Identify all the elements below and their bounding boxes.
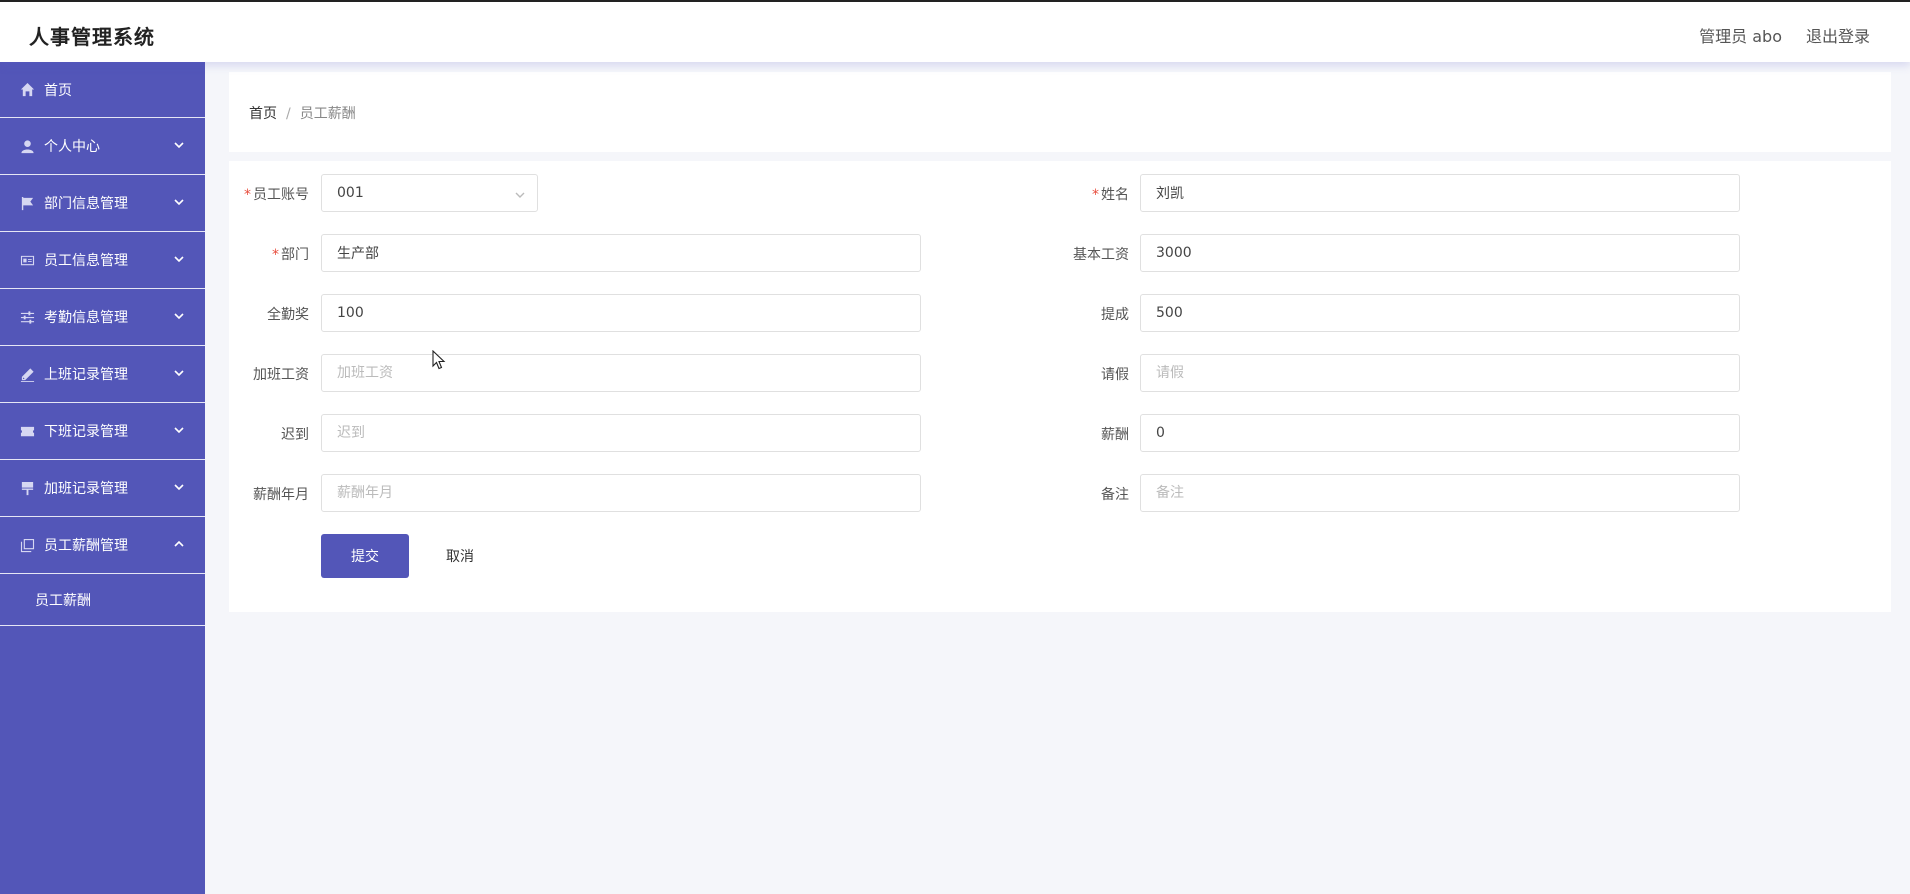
- top-header: 人事管理系统 管理员 abo 退出登录: [0, 0, 1910, 62]
- overtime-pay-input[interactable]: [321, 354, 921, 392]
- sidebar-item-label: 考勤信息管理: [44, 310, 128, 326]
- late-input[interactable]: [321, 414, 921, 452]
- sidebar-item-label: 员工薪酬管理: [44, 538, 128, 554]
- chevron-down-icon: [173, 253, 185, 269]
- salary-form: *员工账号 001 *姓名 *部门 基本工资 全勤奖 提成 加班工资 请假 迟到…: [229, 161, 1891, 612]
- remark-label: 备注: [1101, 487, 1129, 503]
- chevron-down-icon: [515, 188, 525, 204]
- sidebar-item-personal-center[interactable]: 个人中心: [0, 118, 205, 175]
- app-title: 人事管理系统: [29, 25, 155, 49]
- base-salary-input[interactable]: [1140, 234, 1740, 272]
- required-mark: *: [272, 247, 279, 263]
- overtime-pay-label: 加班工资: [253, 367, 309, 383]
- employee-account-select[interactable]: 001: [321, 174, 538, 212]
- commission-label: 提成: [1101, 307, 1129, 323]
- sidebar-item-overtime[interactable]: 加班记录管理: [0, 460, 205, 517]
- id-card-icon: [18, 251, 36, 269]
- sidebar-item-label: 下班记录管理: [44, 424, 128, 440]
- sidebar-item-department[interactable]: 部门信息管理: [0, 175, 205, 232]
- submit-button[interactable]: 提交: [321, 534, 409, 578]
- leave-label: 请假: [1101, 367, 1129, 383]
- sidebar-item-label: 加班记录管理: [44, 481, 128, 497]
- base-salary-label: 基本工资: [1073, 247, 1129, 263]
- leave-input[interactable]: [1140, 354, 1740, 392]
- chevron-down-icon: [173, 310, 185, 326]
- sidebar-item-employee[interactable]: 员工信息管理: [0, 232, 205, 289]
- sidebar-item-clock-in[interactable]: 上班记录管理: [0, 346, 205, 403]
- salary-label: 薪酬: [1101, 427, 1129, 443]
- header-actions: 管理员 abo 退出登录: [1699, 23, 1870, 47]
- salary-month-input[interactable]: [321, 474, 921, 512]
- sidebar-item-label: 个人中心: [44, 139, 100, 155]
- late-label: 迟到: [281, 427, 309, 443]
- salary-month-label: 薪酬年月: [253, 487, 309, 503]
- breadcrumb: 首页 / 员工薪酬: [249, 103, 356, 123]
- chevron-down-icon: [173, 139, 185, 155]
- breadcrumb-card: 首页 / 员工薪酬: [229, 72, 1891, 152]
- breadcrumb-current: 员工薪酬: [299, 106, 356, 122]
- employee-account-label: * 员工账号: [229, 184, 309, 204]
- copy-icon: [18, 536, 36, 554]
- employee-account-value: 001: [337, 185, 364, 201]
- breadcrumb-separator: /: [286, 106, 291, 122]
- sliders-icon: [18, 308, 36, 326]
- sidebar-item-attendance[interactable]: 考勤信息管理: [0, 289, 205, 346]
- flag-icon: [18, 194, 36, 212]
- chevron-down-icon: [173, 367, 185, 383]
- sidebar-item-label: 部门信息管理: [44, 196, 128, 212]
- sidebar-item-clock-out[interactable]: 下班记录管理: [0, 403, 205, 460]
- brush-icon: [18, 479, 36, 497]
- department-input[interactable]: [321, 234, 921, 272]
- logout-link[interactable]: 退出登录: [1806, 23, 1870, 47]
- ticket-icon: [18, 422, 36, 440]
- required-mark: *: [1092, 187, 1099, 203]
- attendance-bonus-input[interactable]: [321, 294, 921, 332]
- user-label[interactable]: 管理员 abo: [1699, 23, 1782, 47]
- home-icon: [18, 81, 36, 99]
- pen-icon: [18, 365, 36, 383]
- chevron-down-icon: [173, 196, 185, 212]
- commission-input[interactable]: [1140, 294, 1740, 332]
- chevron-down-icon: [173, 424, 185, 440]
- user-icon: [18, 137, 36, 155]
- remark-input[interactable]: [1140, 474, 1740, 512]
- salary-input[interactable]: [1140, 414, 1740, 452]
- employee-account-label-text: 员工账号: [253, 187, 309, 203]
- cancel-button[interactable]: 取消: [425, 534, 495, 578]
- name-label-text: 姓名: [1101, 187, 1129, 203]
- sidebar-item-salary[interactable]: 员工薪酬管理: [0, 517, 205, 574]
- sidebar: 首页 个人中心 部门信息管理 员工信息管理 考勤信息管理 上班记录管理 下班记录…: [0, 62, 205, 894]
- sidebar-item-label: 首页: [44, 82, 72, 99]
- name-label: * 姓名: [1049, 184, 1129, 204]
- sidebar-item-home[interactable]: 首页: [0, 62, 205, 118]
- required-mark: *: [244, 187, 251, 203]
- name-input[interactable]: [1140, 174, 1740, 212]
- sidebar-item-label: 员工信息管理: [44, 253, 128, 269]
- chevron-up-icon: [173, 538, 185, 554]
- sidebar-subitem-employee-salary[interactable]: 员工薪酬: [0, 574, 205, 626]
- department-label: * 部门: [229, 244, 309, 264]
- chevron-down-icon: [173, 481, 185, 497]
- breadcrumb-home[interactable]: 首页: [249, 106, 277, 122]
- sidebar-item-label: 上班记录管理: [44, 367, 128, 383]
- department-label-text: 部门: [281, 247, 309, 263]
- mouse-cursor-icon: [432, 350, 446, 370]
- attendance-bonus-label: 全勤奖: [267, 307, 309, 323]
